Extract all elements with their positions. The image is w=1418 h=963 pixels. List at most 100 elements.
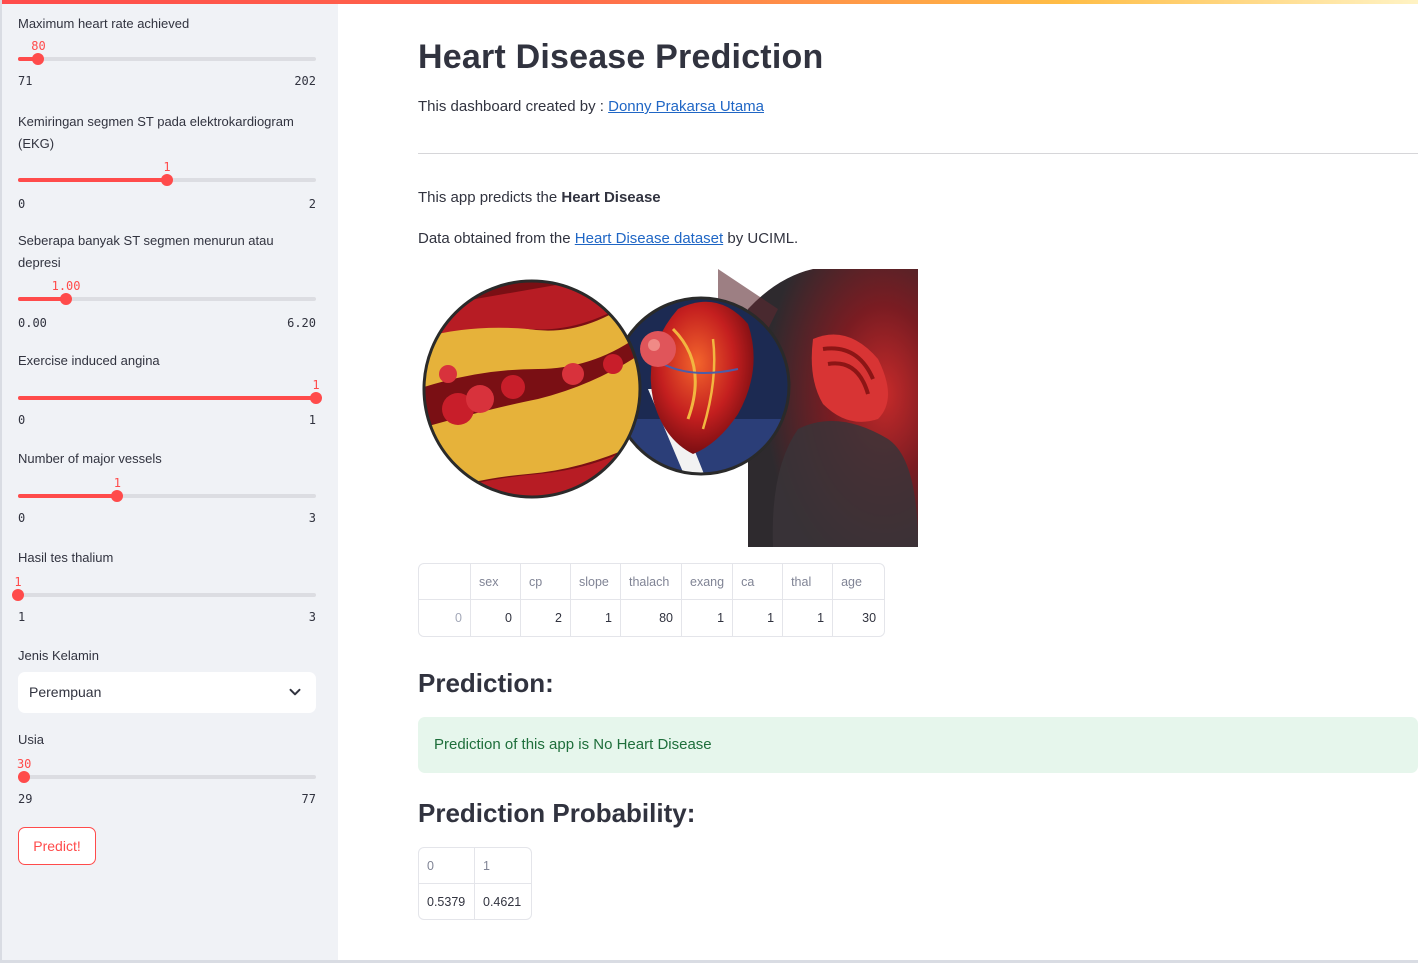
slider-track[interactable]: 1 [18, 476, 316, 502]
table-cell[interactable]: 1 [733, 600, 784, 636]
table-cell[interactable]: 30 [833, 600, 884, 636]
table-header-row: sex cp slope thalach exang ca thal age [419, 564, 885, 600]
slider-control[interactable]: 30 29 77 [17, 751, 316, 806]
slider-min: 0 [18, 511, 26, 525]
slider-current-value: 1 [14, 575, 22, 589]
table-row: 0.5379 0.4621 [419, 884, 531, 919]
slider-thumb[interactable] [32, 53, 45, 65]
table-header-cell[interactable] [419, 564, 471, 600]
table-header-cell[interactable]: slope [571, 564, 621, 600]
table-cell[interactable]: 0.5379 [419, 884, 475, 919]
data-source-text: Data obtained from the Heart Disease dat… [418, 230, 798, 247]
slider-min: 71 [18, 74, 33, 88]
slider-label: Number of major vessels [18, 451, 162, 466]
slider-exercise-angina: Exercise induced angina 1 0 1 [18, 350, 322, 427]
table-header-cell[interactable]: thalach [621, 564, 682, 600]
main-content: Heart Disease Prediction This dashboard … [338, 0, 1418, 963]
window-frame-left [0, 0, 2, 963]
slider-max: 2 [308, 197, 316, 211]
table-cell[interactable]: 80 [621, 600, 682, 636]
gender-select[interactable]: Perempuan [18, 672, 316, 713]
page-title: Heart Disease Prediction [418, 38, 824, 76]
slider-min: 0 [18, 197, 26, 211]
slider-control[interactable]: 1.00 0.00 6.20 [18, 274, 316, 330]
slider-max: 202 [294, 74, 316, 88]
slider-fill [18, 494, 118, 498]
table-header-cell[interactable]: 0 [419, 848, 475, 884]
gender-select-label-wrap: Jenis Kelamin [18, 645, 316, 667]
author-link[interactable]: Donny Prakarsa Utama [608, 98, 764, 115]
chevron-down-icon[interactable] [288, 685, 302, 699]
slider-control[interactable]: 80 71 202 [18, 35, 316, 88]
slider-fill [18, 297, 67, 301]
slider-current-value: 1.00 [51, 279, 81, 293]
table-cell[interactable]: 0.4621 [475, 884, 531, 919]
data-prefix: Data obtained from the [418, 230, 575, 247]
select-value: Perempuan [29, 684, 102, 700]
slider-label: Exercise induced angina [18, 353, 160, 368]
slider-max: 77 [301, 792, 316, 806]
slider-track[interactable]: 80 [18, 39, 316, 65]
slider-min: 0.00 [18, 316, 47, 330]
sidebar: Maximum heart rate achieved 80 71 202 Ke… [0, 0, 338, 963]
table-header-cell[interactable]: cp [521, 564, 571, 600]
slider-thumb[interactable] [310, 392, 322, 404]
table-cell[interactable]: 1 [783, 600, 834, 636]
slider-control[interactable]: 1 0 2 [18, 155, 316, 211]
slider-track[interactable]: 30 [17, 757, 316, 783]
intro-bold: Heart Disease [561, 189, 661, 206]
table-header-cell[interactable]: exang [682, 564, 734, 600]
slider-thumb[interactable] [18, 771, 31, 783]
byline-prefix: This dashboard created by : [418, 98, 609, 115]
slider-major-vessels: Number of major vessels 1 0 3 [18, 448, 316, 525]
slider-label: Kemiringan segmen ST pada elektrokardiog… [18, 114, 294, 151]
divider [418, 153, 1418, 154]
prediction-heading: Prediction: [418, 668, 554, 698]
slider-control[interactable]: 1 0 3 [18, 470, 316, 525]
table-header-cell[interactable]: 1 [475, 848, 531, 884]
slider-control[interactable]: 1 0 1 [18, 372, 322, 427]
slider-label: Seberapa banyak ST segmen menurun atau d… [18, 233, 274, 270]
table-header-cell[interactable]: thal [783, 564, 834, 600]
dataset-link[interactable]: Heart Disease dataset [575, 230, 723, 247]
table-index-cell[interactable]: 0 [419, 600, 471, 636]
slider-min: 1 [18, 610, 26, 624]
slider-age: Usia 30 29 77 [17, 729, 316, 806]
table-cell[interactable]: 2 [521, 600, 571, 636]
table-header-cell[interactable]: sex [471, 564, 521, 600]
slider-thumb[interactable] [111, 490, 124, 502]
data-suffix: by UCIML. [723, 230, 799, 247]
slider-thumb[interactable] [161, 174, 173, 186]
table-row: 0 0 2 1 80 1 1 1 30 [419, 600, 884, 636]
table-cell[interactable]: 0 [471, 600, 521, 636]
slider-track[interactable]: 1 [18, 160, 316, 186]
table-header-cell[interactable]: age [833, 564, 885, 600]
select-label: Jenis Kelamin [18, 648, 99, 663]
table-cell[interactable]: 1 [682, 600, 734, 636]
prediction-result-text: Prediction of this app is No Heart Disea… [434, 736, 712, 753]
table-header-row: 0 1 [419, 848, 531, 884]
slider-control[interactable]: 1 1 3 [12, 569, 316, 624]
slider-max: 3 [308, 610, 316, 624]
slider-max: 3 [308, 511, 316, 525]
slider-label: Usia [18, 732, 45, 747]
probability-heading: Prediction Probability: [418, 798, 696, 828]
slider-track[interactable]: 1 [18, 378, 322, 404]
slider-label: Hasil tes thalium [18, 550, 114, 565]
slider-thalium-test: Hasil tes thalium 1 1 3 [12, 547, 316, 624]
table-cell[interactable]: 1 [571, 600, 621, 636]
top-decoration-bar [0, 0, 1418, 4]
slider-current-value: 30 [16, 757, 32, 771]
slider-track[interactable]: 1.00 [18, 279, 316, 305]
probability-table: 0 1 0.5379 0.4621 [418, 847, 532, 920]
slider-track[interactable]: 1 [12, 575, 316, 601]
predict-button[interactable]: Predict! [18, 827, 96, 865]
slider-thumb[interactable] [12, 589, 24, 601]
slider-min: 0 [18, 413, 26, 427]
slider-label: Maximum heart rate achieved [18, 16, 190, 31]
slider-thumb[interactable] [60, 293, 73, 305]
slider-current-value: 1 [113, 476, 121, 490]
slider-current-value: 1 [312, 378, 320, 392]
table-header-cell[interactable]: ca [733, 564, 784, 600]
slider-max-heart-rate: Maximum heart rate achieved 80 71 202 [18, 13, 316, 88]
